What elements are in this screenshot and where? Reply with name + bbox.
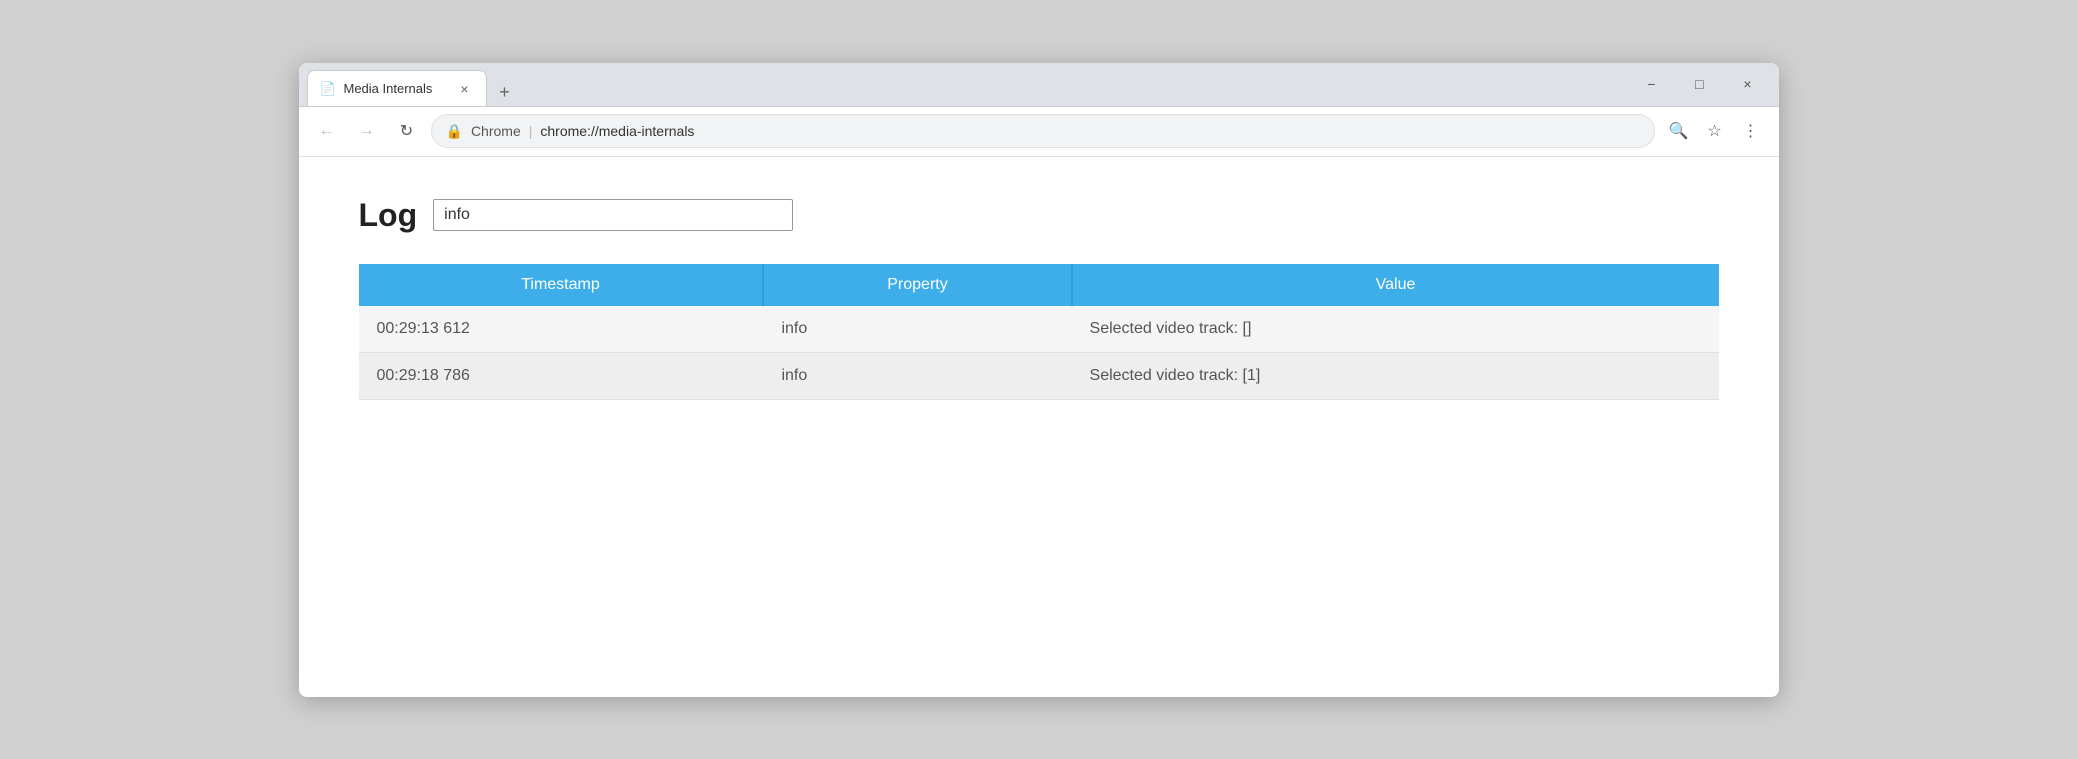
forward-button[interactable]: → <box>351 115 383 147</box>
table-row: 00:29:18 786infoSelected video track: [1… <box>359 352 1719 399</box>
col-header-property: Property <box>763 264 1071 306</box>
window-controls: − □ × <box>1629 68 1771 100</box>
tab-bar: 📄 Media Internals × + <box>307 63 1629 107</box>
cell-value: Selected video track: [1] <box>1072 352 1719 399</box>
tab-title: Media Internals <box>344 81 448 96</box>
search-button[interactable]: 🔍 <box>1663 115 1695 147</box>
title-bar: 📄 Media Internals × + − □ × <box>299 63 1779 107</box>
address-input[interactable] <box>540 123 1639 139</box>
reload-button[interactable]: ↻ <box>391 115 423 147</box>
cell-property: info <box>763 306 1071 353</box>
table-row: 00:29:13 612infoSelected video track: [] <box>359 306 1719 353</box>
address-input-wrapper[interactable]: 🔒 Chrome | <box>431 114 1655 148</box>
bookmark-button[interactable]: ☆ <box>1699 115 1731 147</box>
cell-value: Selected video track: [] <box>1072 306 1719 353</box>
address-divider: | <box>529 123 533 139</box>
cell-timestamp: 00:29:13 612 <box>359 306 764 353</box>
browser-window: 📄 Media Internals × + − □ × ← → ↻ 🔒 Chro… <box>299 63 1779 697</box>
address-actions: 🔍 ☆ ⋮ <box>1663 115 1767 147</box>
table-body: 00:29:13 612infoSelected video track: []… <box>359 306 1719 400</box>
log-filter-input[interactable] <box>433 199 793 231</box>
new-tab-button[interactable]: + <box>491 78 519 106</box>
back-button[interactable]: ← <box>311 115 343 147</box>
minimize-button[interactable]: − <box>1629 68 1675 100</box>
tab-close-button[interactable]: × <box>456 80 474 98</box>
col-header-value: Value <box>1072 264 1719 306</box>
close-button[interactable]: × <box>1725 68 1771 100</box>
maximize-button[interactable]: □ <box>1677 68 1723 100</box>
security-icon: 🔒 <box>446 123 463 140</box>
log-label: Log <box>359 197 418 234</box>
menu-button[interactable]: ⋮ <box>1735 115 1767 147</box>
cell-property: info <box>763 352 1071 399</box>
tab-favicon-icon: 📄 <box>320 81 336 97</box>
col-header-timestamp: Timestamp <box>359 264 764 306</box>
log-table: Timestamp Property Value 00:29:13 612inf… <box>359 264 1719 400</box>
table-header: Timestamp Property Value <box>359 264 1719 306</box>
active-tab[interactable]: 📄 Media Internals × <box>307 70 487 106</box>
site-name: Chrome <box>471 123 521 139</box>
address-bar: ← → ↻ 🔒 Chrome | 🔍 ☆ ⋮ <box>299 107 1779 157</box>
cell-timestamp: 00:29:18 786 <box>359 352 764 399</box>
log-header: Log <box>359 197 1719 234</box>
page-content: Log Timestamp Property Value 00:29:13 61… <box>299 157 1779 697</box>
